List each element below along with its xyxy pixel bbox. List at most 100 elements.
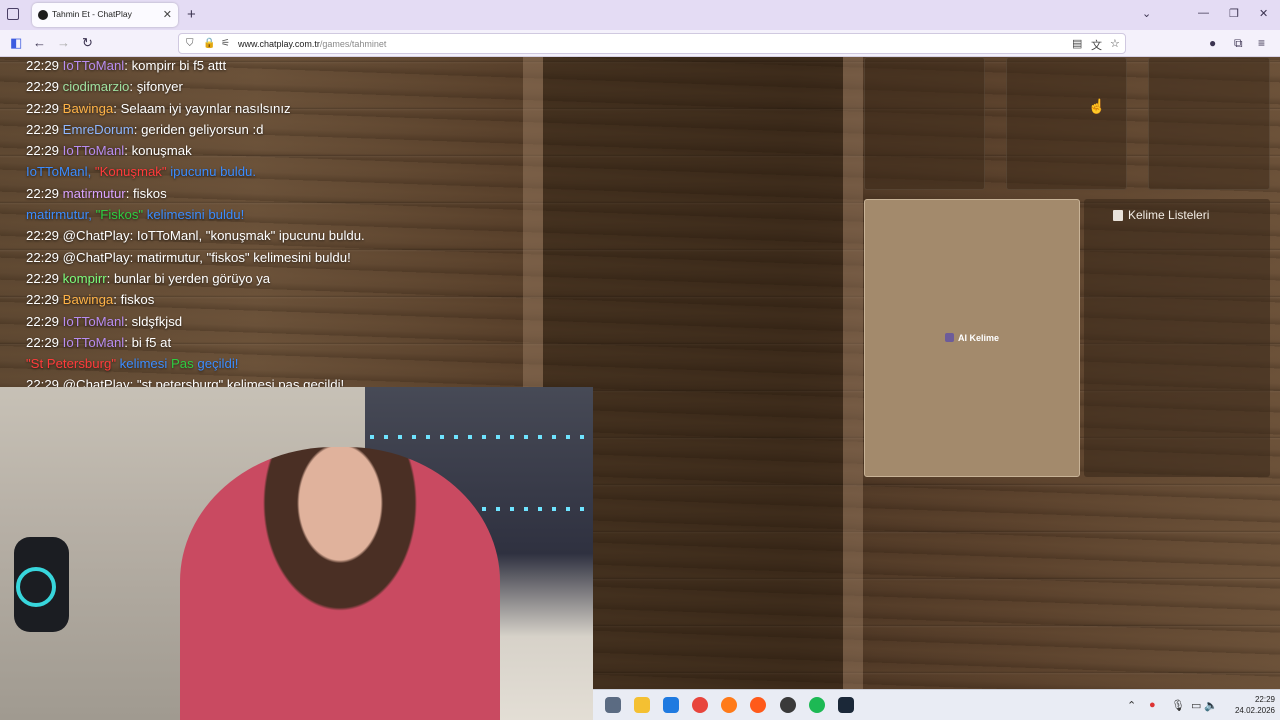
- chat-timestamp: 22:29: [26, 228, 63, 244]
- chat-text: : fiskos: [125, 185, 167, 201]
- reload-button[interactable]: ↻: [82, 35, 93, 51]
- tab-close-icon[interactable]: ✕: [163, 8, 172, 21]
- translate-icon[interactable]: 文: [1091, 37, 1102, 53]
- profile-avatar[interactable]: ●: [1209, 36, 1216, 50]
- chat-username: Bawinga: [62, 100, 114, 116]
- chat-message: IoTToManl, "Konuşmak" ipucunu buldu.: [26, 164, 526, 185]
- chat-username: IoTToManl,: [26, 164, 95, 180]
- wood-plank-divider: [843, 57, 863, 720]
- chat-message: 22:29 matirmutur: fiskos: [26, 186, 526, 207]
- chat-text: : bi f5 at: [124, 334, 172, 350]
- chat-username: kompirr: [62, 270, 107, 286]
- chat-message: 22:29 @ChatPlay: IoTToManl, "konuşmak" i…: [26, 228, 526, 249]
- steam-icon[interactable]: [838, 697, 854, 713]
- chat-username: EmreDorum: [62, 121, 134, 137]
- clock-date: 24.02.2026: [1234, 706, 1275, 715]
- sidebar-toggle-icon[interactable]: ◧: [10, 35, 22, 51]
- chat-message: 22:29 Bawinga: Selaam iyi yayınlar nasıl…: [26, 101, 526, 122]
- chat-text: : fiskos: [113, 292, 155, 308]
- network-icon[interactable]: ▭: [1191, 699, 1201, 712]
- chat-message: 22:29 IoTToManl: sldşfkjsd: [26, 314, 526, 335]
- url-host: www.chatplay.com.tr: [238, 39, 320, 49]
- chat-username: matirmutur,: [26, 207, 96, 223]
- chat-suffix: geçildi!: [193, 356, 239, 372]
- chat-text: : sldşfkjsd: [124, 313, 183, 329]
- spotify-icon[interactable]: [809, 697, 825, 713]
- tab-overflow-chevron-icon[interactable]: ⌄: [1142, 7, 1151, 20]
- chat-text: : kompirr bi f5 attt: [124, 58, 227, 73]
- chat-timestamp: 22:29: [26, 249, 63, 265]
- chat-username: IoTToManl: [62, 334, 125, 350]
- hint-card-slot[interactable]: [1148, 57, 1270, 190]
- forward-button[interactable]: →: [57, 35, 70, 50]
- taskbar-clock[interactable]: 22:29 24.02.2026: [1217, 694, 1275, 716]
- robot-icon: [944, 333, 954, 342]
- file-explorer-icon[interactable]: [634, 697, 650, 713]
- chat-message: 22:29 @ChatPlay: matirmutur, "fiskos" ke…: [26, 250, 526, 271]
- url-text: www.chatplay.com.tr/games/tahminet: [238, 39, 386, 49]
- navigation-bar: ◧ ← → ↻ ⛉ 🔒 ⚟ www.chatplay.com.tr/games/…: [0, 30, 1280, 57]
- chat-username: "St Petersburg": [26, 356, 116, 372]
- tray-app-icon[interactable]: ●: [1149, 699, 1156, 711]
- chat-message: 22:29 EmreDorum: geriden geliyorsun :d: [26, 122, 526, 143]
- new-tab-button[interactable]: +: [187, 6, 196, 23]
- chat-username: IoTToManl: [62, 143, 125, 159]
- chat-text: : konuşmak: [124, 143, 192, 159]
- word-lists-panel: Kelime Listeleri: [1084, 199, 1270, 477]
- chat-text: ipucunu buldu.: [166, 164, 257, 180]
- reader-view-icon[interactable]: ▤: [1072, 37, 1082, 50]
- extensions-icon[interactable]: ⧉: [1234, 36, 1243, 51]
- word-lists-button[interactable]: Kelime Listeleri: [1128, 208, 1209, 222]
- tray-chevron-icon[interactable]: ⌃: [1127, 699, 1136, 712]
- bookmark-star-icon[interactable]: ☆: [1110, 37, 1120, 50]
- chat-username: @ChatPlay: [62, 249, 130, 265]
- chat-message: 22:29 Bawinga: fiskos: [26, 292, 526, 313]
- hint-card-slot[interactable]: [864, 57, 985, 190]
- volume-icon[interactable]: 🔈: [1204, 699, 1218, 712]
- firefox-icon[interactable]: [721, 697, 737, 713]
- store-icon[interactable]: [663, 697, 679, 713]
- chat-timestamp: 22:29: [26, 79, 63, 95]
- maximize-button[interactable]: ❐: [1229, 7, 1239, 20]
- chat-message: "St Petersburg" kelimesi Pas geçildi!: [26, 356, 526, 377]
- ai-word-label-wrap: AI Kelime: [865, 333, 1079, 343]
- chrome-icon[interactable]: [692, 697, 708, 713]
- chat-message: 22:29 IoTToManl: kompirr bi f5 attt: [26, 58, 526, 79]
- minimize-button[interactable]: —: [1198, 7, 1209, 19]
- webcam-mic-ring-light: [16, 567, 56, 607]
- webcam-overlay: [0, 387, 593, 720]
- tab-bar: Tahmin Et - ChatPlay ✕ + ⌄ — ❐ ✕: [0, 0, 1280, 30]
- chat-message: matirmutur, "Fiskos" kelimesini buldu!: [26, 207, 526, 228]
- back-button[interactable]: ←: [33, 35, 46, 50]
- chat-username: IoTToManl: [62, 58, 125, 73]
- lock-icon[interactable]: 🔒: [203, 38, 215, 49]
- firefox-active-icon[interactable]: [750, 697, 766, 713]
- taskview-icon[interactable]: [605, 697, 621, 713]
- chat-highlight: kelimesi: [116, 356, 171, 372]
- hint-card-slot[interactable]: [1006, 57, 1127, 190]
- webcam-string-lights: [370, 435, 590, 439]
- chat-timestamp: 22:29: [26, 292, 63, 308]
- address-bar[interactable]: ⛉ 🔒 ⚟ www.chatplay.com.tr/games/tahminet…: [178, 33, 1126, 54]
- chat-text: kelimesini buldu!: [143, 207, 245, 223]
- microphone-icon[interactable]: 🎙: [1171, 699, 1185, 712]
- permissions-icon[interactable]: ⚟: [221, 38, 230, 49]
- tab-active[interactable]: Tahmin Et - ChatPlay ✕: [32, 3, 178, 27]
- chat-username: ciodimarzio: [62, 79, 130, 95]
- chat-text: : Selaam iyi yayınlar nasılsınız: [113, 100, 291, 116]
- chat-message: 22:29 IoTToManl: bi f5 at: [26, 335, 526, 356]
- chat-highlight: "Fiskos": [95, 207, 144, 223]
- obs-icon[interactable]: [780, 697, 796, 713]
- chat-highlight: "Konuşmak": [94, 164, 167, 180]
- close-window-button[interactable]: ✕: [1259, 7, 1268, 20]
- chat-log: 22:29 IoTToManl: kompirr bi f5 attt 22:29…: [26, 58, 526, 399]
- chat-timestamp: 22:29: [26, 270, 63, 286]
- ai-word-card[interactable]: AI Kelime: [864, 199, 1080, 477]
- tab-list-icon[interactable]: [7, 8, 19, 20]
- chat-username: matirmutur: [62, 185, 126, 201]
- chat-message: 22:29 IoTToManl: konuşmak: [26, 143, 526, 164]
- shield-icon[interactable]: ⛉: [186, 38, 194, 49]
- menu-icon[interactable]: ≡: [1258, 36, 1265, 50]
- chatplay-favicon-icon: [38, 10, 48, 20]
- tab-title: Tahmin Et - ChatPlay: [52, 9, 132, 19]
